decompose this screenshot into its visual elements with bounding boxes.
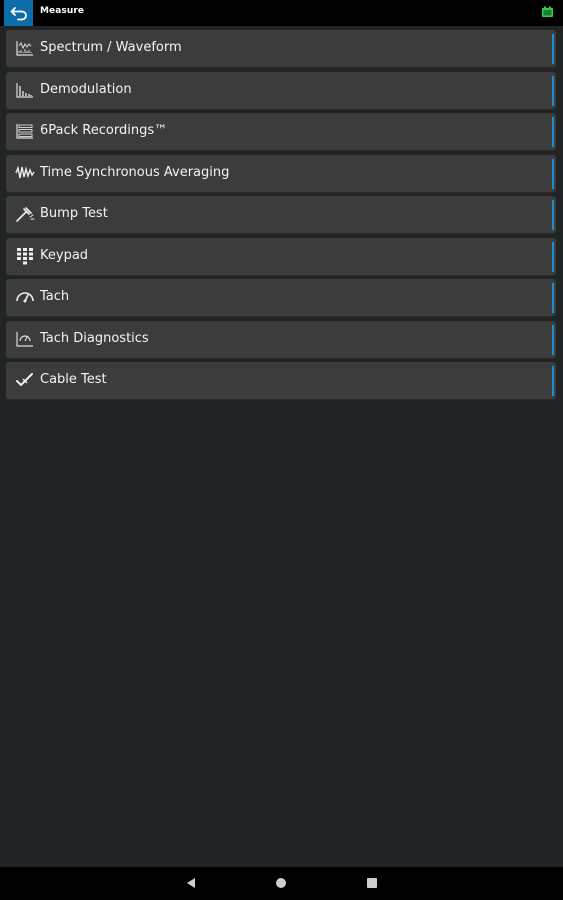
menu-item-label: 6Pack Recordings™ bbox=[40, 123, 168, 138]
bump-test-icon bbox=[16, 207, 35, 222]
nav-recents-icon[interactable] bbox=[365, 876, 379, 890]
tach-diagnostics-icon bbox=[16, 331, 33, 347]
tach-icon bbox=[16, 292, 34, 303]
menu-item-tach[interactable]: Tach bbox=[6, 279, 556, 316]
item-accent-bar bbox=[552, 117, 554, 147]
item-accent-bar bbox=[552, 283, 554, 313]
demodulation-icon bbox=[16, 82, 33, 98]
menu-item-label: Tach bbox=[40, 289, 70, 304]
nav-back-icon[interactable] bbox=[184, 876, 198, 890]
tsa-icon bbox=[15, 165, 35, 178]
menu-item-label: Demodulation bbox=[40, 81, 132, 97]
menu-item-label: Cable Test bbox=[40, 372, 107, 387]
item-accent-bar bbox=[552, 158, 554, 189]
back-button[interactable] bbox=[4, 0, 33, 26]
menu-item-time-synchronous-averaging[interactable]: Time Synchronous Averaging bbox=[6, 154, 556, 192]
measure-menu-list: Spectrum / Waveform Demodulation 6Pack R… bbox=[6, 30, 556, 404]
item-accent-bar bbox=[552, 75, 554, 106]
menu-item-label: Tach Diagnostics bbox=[40, 330, 149, 346]
spectrum-waveform-icon bbox=[16, 41, 33, 56]
nav-home-icon[interactable] bbox=[274, 876, 288, 890]
item-accent-bar bbox=[552, 366, 554, 396]
menu-item-bump-test[interactable]: Bump Test bbox=[6, 196, 556, 233]
menu-item-label: Bump Test bbox=[40, 206, 108, 221]
item-accent-bar bbox=[552, 200, 554, 230]
back-arrow-icon bbox=[10, 7, 27, 21]
item-accent-bar bbox=[552, 324, 554, 355]
menu-item-keypad[interactable]: Keypad bbox=[6, 237, 556, 275]
cable-test-icon bbox=[16, 373, 33, 386]
menu-item-demodulation[interactable]: Demodulation bbox=[6, 71, 556, 109]
menu-item-label: Time Synchronous Averaging bbox=[40, 164, 230, 180]
menu-item-label: Spectrum / Waveform bbox=[40, 40, 182, 55]
menu-item-label: Keypad bbox=[40, 247, 89, 263]
page-title: Measure bbox=[40, 6, 85, 16]
item-accent-bar bbox=[552, 241, 554, 272]
keypad-icon bbox=[17, 247, 33, 264]
menu-item-cable-test[interactable]: Cable Test bbox=[6, 362, 556, 399]
6pack-recordings-icon bbox=[16, 124, 33, 139]
menu-item-6pack-recordings[interactable]: 6Pack Recordings™ bbox=[6, 113, 556, 150]
menu-item-spectrum-waveform[interactable]: Spectrum / Waveform bbox=[6, 30, 556, 67]
top-bar: Measure bbox=[0, 0, 563, 26]
system-nav-bar bbox=[0, 867, 563, 900]
battery-icon bbox=[542, 6, 553, 17]
item-accent-bar bbox=[552, 34, 554, 64]
menu-item-tach-diagnostics[interactable]: Tach Diagnostics bbox=[6, 320, 556, 358]
